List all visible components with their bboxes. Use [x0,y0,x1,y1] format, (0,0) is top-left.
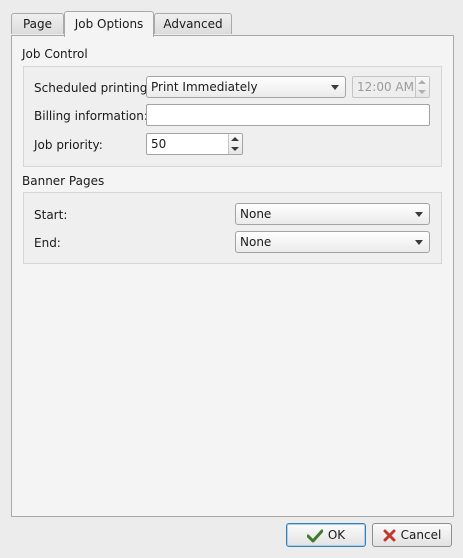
banner-start-value: None [240,207,272,221]
checkmark-icon [306,529,323,543]
time-stepper[interactable] [415,77,429,97]
tab-page[interactable]: Page [11,13,64,34]
tab-job-options[interactable]: Job Options [64,11,154,37]
chevron-down-icon [415,240,423,245]
ok-label: OK [327,528,346,542]
arrow-down-icon [231,147,239,151]
job-options-panel: Job Control Scheduled printing: Print Im… [11,35,454,517]
banner-end-label: End: [34,236,61,250]
arrow-down-icon [418,90,426,94]
scheduled-printing-value: Print Immediately [151,80,258,94]
scheduled-printing-select[interactable]: Print Immediately [146,76,346,98]
tab-advanced[interactable]: Advanced [154,13,232,34]
cancel-label: Cancel [400,528,442,542]
scheduled-printing-label: Scheduled printing: [34,81,152,95]
chevron-down-icon [331,85,339,90]
billing-information-label: Billing information: [34,109,148,123]
job-priority-value: 50 [151,137,167,151]
scheduled-time-spinbox[interactable]: 12:00 AM [352,76,430,98]
job-priority-spinbox[interactable]: 50 [146,133,243,155]
cancel-button[interactable]: Cancel [372,523,452,547]
banner-start-label: Start: [34,208,68,222]
banner-start-select[interactable]: None [235,203,430,225]
banner-pages-title: Banner Pages [22,174,105,188]
job-priority-label: Job priority: [34,138,103,152]
banner-pages-group: Start: None End: None [23,192,442,264]
arrow-up-icon [418,80,426,84]
cancel-x-icon [383,529,396,542]
job-control-group: Scheduled printing: Print Immediately 12… [23,66,442,167]
arrow-up-icon [231,137,239,141]
job-control-title: Job Control [22,47,88,61]
billing-information-input[interactable] [146,104,430,126]
ok-button[interactable]: OK [286,523,366,547]
banner-end-select[interactable]: None [235,231,430,253]
scheduled-time-value: 12:00 AM [357,80,414,94]
priority-stepper[interactable] [228,134,242,154]
chevron-down-icon [415,212,423,217]
banner-end-value: None [240,235,272,249]
